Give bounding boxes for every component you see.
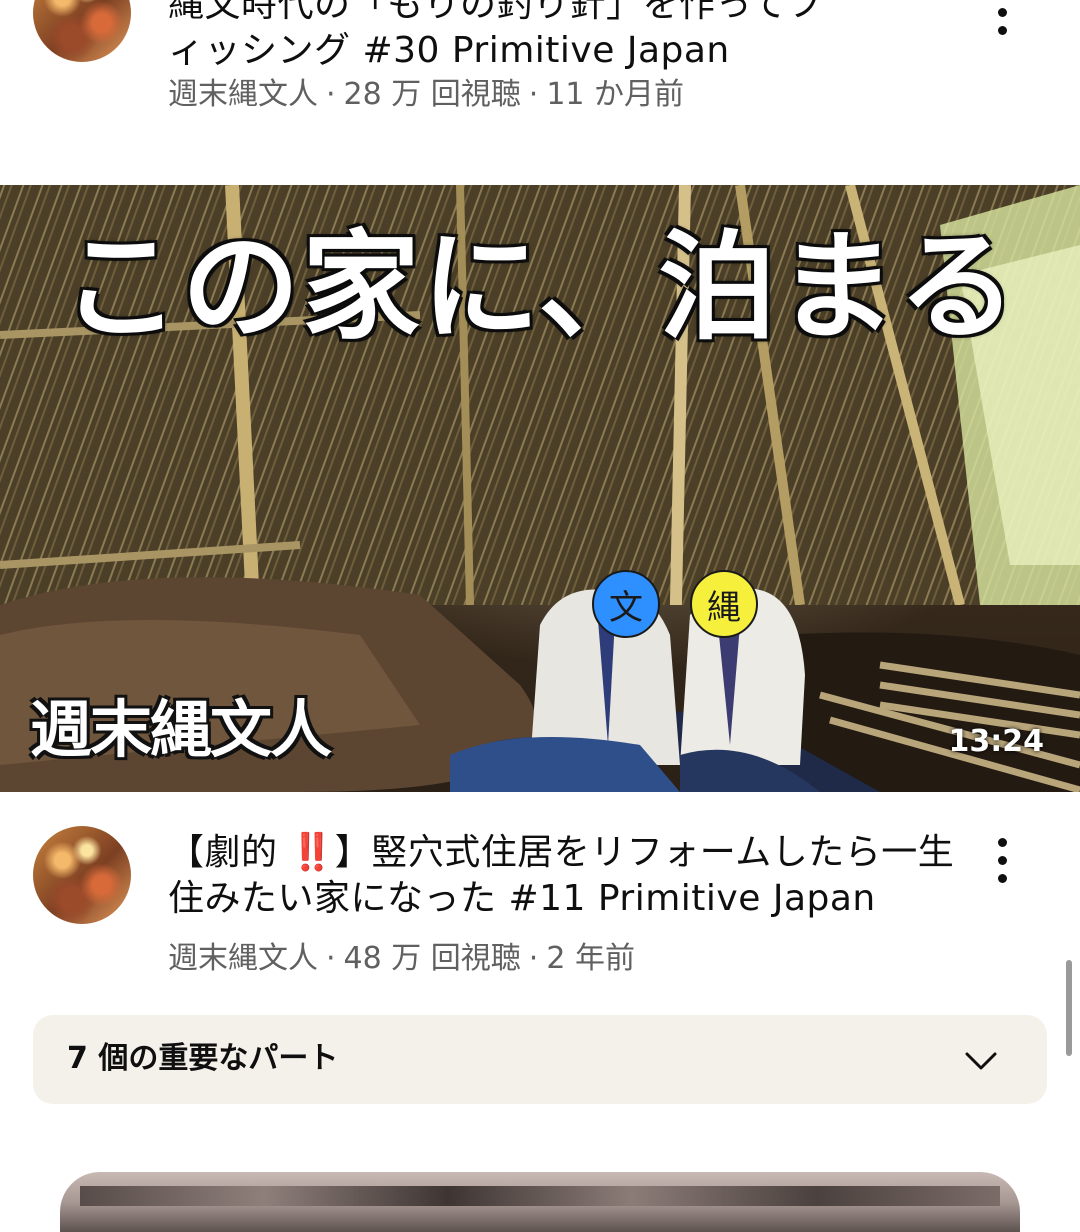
upload-age: 11 か月前: [546, 77, 685, 112]
channel-avatar[interactable]: [33, 0, 131, 62]
meta-separator: ·: [528, 77, 539, 112]
title-prefix: 【劇的: [168, 832, 290, 873]
video-title-line: ィッシング #30 Primitive Japan: [168, 30, 730, 71]
meta-separator: ·: [528, 941, 539, 976]
video-thumbnail[interactable]: 文 縄 この家に、泊まる 週末縄文人 13:24: [0, 185, 1080, 792]
scrollbar-thumb[interactable]: [1066, 960, 1072, 1056]
key-moments-label: 7 個の重要なパート: [67, 1041, 339, 1076]
video-title-line: 縄文時代の「もりの釣り針」を作ってフ: [168, 0, 824, 25]
meta-separator: ·: [326, 941, 336, 976]
face-mask-right: 縄: [690, 570, 758, 638]
channel-avatar[interactable]: [33, 826, 131, 924]
video-item[interactable]: 【劇的 ‼️】竪穴式住居をリフォームしたら一生住みたい家になった #11 Pri…: [0, 792, 1080, 992]
view-count: 28 万 回視聴: [343, 77, 521, 112]
video-title[interactable]: 【劇的 ‼️】竪穴式住居をリフォームしたら一生住みたい家になった #11 Pri…: [168, 830, 958, 922]
video-duration: 13:24: [948, 724, 1045, 759]
chevron-down-icon[interactable]: [963, 1043, 999, 1079]
people-illustration: [450, 587, 820, 792]
video-title[interactable]: 縄文時代の「もりの釣り針」を作ってフ ィッシング #30 Primitive J…: [168, 0, 958, 74]
video-meta: 週末縄文人 · 28 万 回視聴 · 11 か月前: [168, 76, 684, 114]
face-mask-left: 文: [592, 570, 660, 638]
thumbnail-caption: この家に、泊まる: [61, 218, 1019, 356]
meta-separator: ·: [326, 77, 336, 112]
video-item[interactable]: 縄文時代の「もりの釣り針」を作ってフ ィッシング #30 Primitive J…: [0, 0, 1080, 120]
channel-logo-text: 週末縄文人: [30, 693, 332, 766]
upload-age: 2 年前: [546, 941, 635, 976]
channel-name[interactable]: 週末縄文人: [168, 77, 318, 112]
double-exclamation-emoji: ‼️: [289, 832, 335, 873]
more-vert-icon[interactable]: [978, 0, 1026, 44]
video-meta: 週末縄文人 · 48 万 回視聴 · 2 年前: [168, 940, 635, 978]
channel-name[interactable]: 週末縄文人: [168, 941, 318, 976]
key-moments-panel[interactable]: 7 個の重要なパート: [33, 1015, 1047, 1104]
more-vert-icon[interactable]: [978, 828, 1026, 892]
view-count: 48 万 回視聴: [343, 941, 521, 976]
next-video-thumbnail-strip: [80, 1186, 1000, 1206]
